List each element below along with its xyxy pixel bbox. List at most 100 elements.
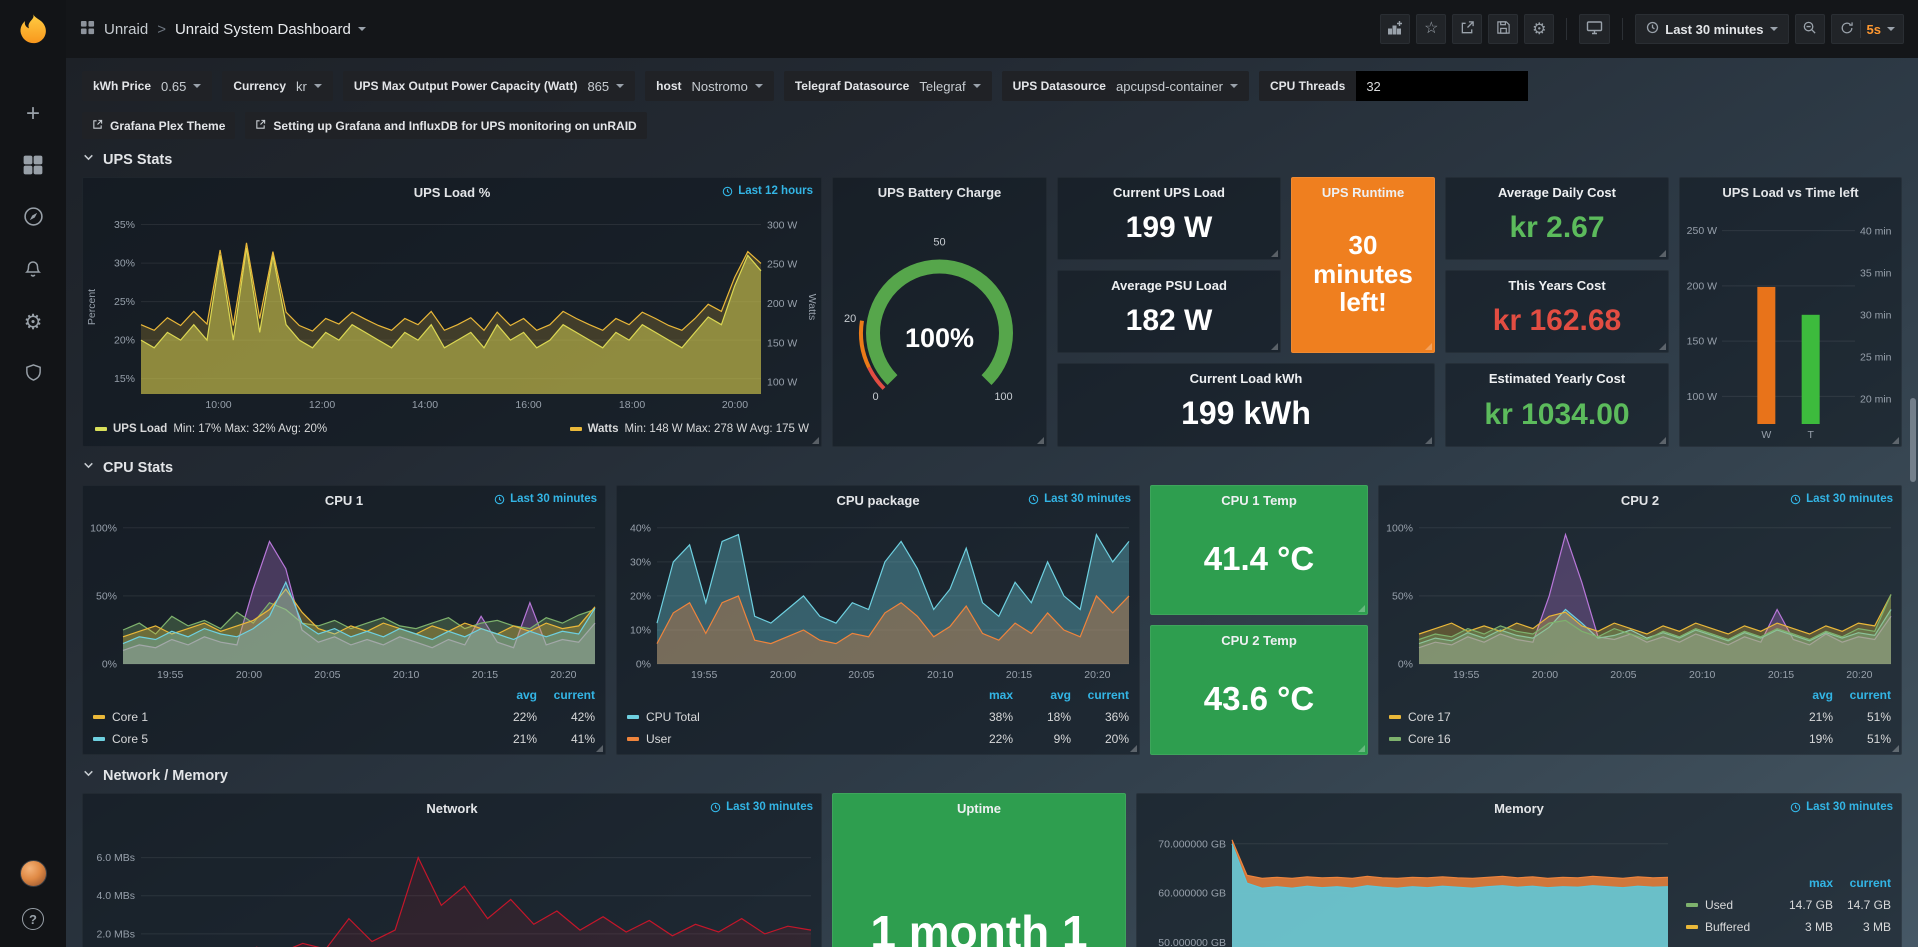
cpu-package-chart[interactable]: 0%10%20%30%40%19:5520:0020:0520:1020:152…: [617, 514, 1139, 682]
panel-resize-handle[interactable]: [1892, 745, 1899, 752]
panel-title[interactable]: UPS Load vs Time left: [1722, 185, 1858, 200]
chevron-down-icon: [1770, 27, 1778, 31]
legend-series[interactable]: Core 521%41%: [93, 728, 595, 750]
link-ups-monitoring-guide[interactable]: Setting up Grafana and InfluxDB for UPS …: [245, 112, 646, 139]
stat-value: 43.6 °C: [1204, 681, 1314, 717]
panel-uptime: Uptime 1 month 1: [832, 793, 1126, 947]
star-dashboard-button[interactable]: ☆: [1416, 14, 1446, 44]
svg-text:12:00: 12:00: [309, 399, 335, 411]
legend-item[interactable]: WattsMin: 148 W Max: 278 W Avg: 175 W: [570, 423, 809, 435]
panel-network: Network Last 30 minutes 6.0 MBs4.0 MBs2.…: [82, 793, 822, 947]
ups-load-chart[interactable]: Percent Watts 15%20%25%30%35%100 W150 W2…: [83, 206, 821, 412]
var-currency[interactable]: Currency kr: [222, 71, 333, 101]
panel-resize-handle[interactable]: [1271, 343, 1278, 350]
row-header-cpu-stats[interactable]: CPU Stats: [82, 451, 1902, 485]
svg-text:35 min: 35 min: [1860, 267, 1892, 279]
sidebar-item-configuration[interactable]: ⚙: [19, 308, 47, 336]
var-host[interactable]: host Nostromo: [645, 71, 774, 101]
svg-text:250 W: 250 W: [1687, 225, 1717, 237]
legend-series[interactable]: CPU Total38%18%36%: [627, 706, 1129, 728]
memory-chart[interactable]: 70.000000 GB60.000000 GB50.000000 GB: [1137, 822, 1676, 947]
panel-resize-handle[interactable]: [1037, 437, 1044, 444]
y-axis-label-left: Percent: [86, 272, 98, 342]
svg-text:100%: 100%: [90, 522, 117, 534]
dashboard-title-dropdown[interactable]: Unraid System Dashboard: [175, 21, 366, 38]
battery-gauge[interactable]: 02050100100%: [833, 206, 1046, 440]
svg-text:19:55: 19:55: [1453, 669, 1479, 681]
var-telegraf-datasource[interactable]: Telegraf Datasource Telegraf: [784, 71, 992, 101]
link-grafana-plex-theme[interactable]: Grafana Plex Theme: [82, 112, 235, 139]
row-header-ups-stats[interactable]: UPS Stats: [82, 143, 1902, 177]
share-dashboard-button[interactable]: [1452, 14, 1482, 44]
panel-resize-handle[interactable]: [1659, 250, 1666, 257]
network-chart[interactable]: 6.0 MBs4.0 MBs2.0 MBs: [83, 822, 821, 947]
panel-current-ups-load: Current UPS Load 199 W: [1057, 177, 1281, 260]
cycle-view-button[interactable]: [1579, 14, 1610, 44]
panel-resize-handle[interactable]: [1425, 437, 1432, 444]
y-axis-label-right: Watts: [806, 272, 818, 342]
stat-value: 1 month 1: [870, 907, 1087, 947]
svg-text:20%: 20%: [114, 335, 135, 347]
grafana-logo-icon[interactable]: [15, 12, 51, 48]
svg-text:16:00: 16:00: [515, 399, 541, 411]
dashboard-settings-button[interactable]: ⚙: [1524, 14, 1554, 44]
cpu2-chart[interactable]: 0%50%100%19:5520:0020:0520:1020:1520:20: [1379, 514, 1901, 682]
page-scrollbar[interactable]: [1910, 398, 1916, 482]
panel-resize-handle[interactable]: [1659, 437, 1666, 444]
add-panel-button[interactable]: [1380, 14, 1410, 44]
svg-text:10%: 10%: [630, 624, 651, 636]
svg-text:25 min: 25 min: [1860, 351, 1892, 363]
panel-resize-handle[interactable]: [812, 437, 819, 444]
svg-text:25%: 25%: [114, 296, 135, 308]
legend-header: maxavgcurrent: [627, 684, 1129, 706]
sidebar-item-explore[interactable]: [19, 204, 47, 232]
time-range-picker[interactable]: Last 30 minutes: [1635, 14, 1788, 44]
panel-resize-handle[interactable]: [1130, 745, 1137, 752]
sidebar: +: [0, 0, 66, 947]
panel-title[interactable]: UPS Load %: [414, 185, 491, 200]
var-ups-max-output[interactable]: UPS Max Output Power Capacity (Watt) 865: [343, 71, 635, 101]
save-dashboard-button[interactable]: [1488, 14, 1518, 44]
legend-series[interactable]: Core 1619%51%: [1389, 728, 1891, 750]
var-kwh-price[interactable]: kWh Price 0.65: [82, 71, 212, 101]
legend-series[interactable]: Buffered3 MB3 MB: [1686, 916, 1891, 938]
sidebar-item-create[interactable]: +: [19, 100, 47, 128]
svg-text:20:05: 20:05: [848, 669, 874, 681]
panel-title[interactable]: CPU 1: [325, 493, 363, 508]
panel-title[interactable]: CPU 2: [1621, 493, 1659, 508]
sidebar-item-alerting[interactable]: [19, 256, 47, 284]
user-avatar[interactable]: [20, 860, 47, 887]
legend-item[interactable]: UPS LoadMin: 17% Max: 32% Avg: 20%: [95, 423, 327, 435]
panel-resize-handle[interactable]: [1425, 343, 1432, 350]
compass-icon: [23, 206, 44, 230]
zoom-out-button[interactable]: [1795, 14, 1825, 44]
ups-load-time-bars[interactable]: 250 W200 W150 W100 W40 min35 min30 min25…: [1680, 206, 1901, 442]
cpu1-chart[interactable]: 0%50%100%19:5520:0020:0520:1020:1520:20: [83, 514, 605, 682]
panel-this-years-cost: This Years Cost kr 162.68: [1445, 270, 1669, 353]
row-header-network-memory[interactable]: Network / Memory: [82, 759, 1902, 793]
sidebar-item-dashboards[interactable]: [19, 152, 47, 180]
cpu-threads-input[interactable]: [1356, 71, 1528, 101]
legend-series[interactable]: Used14.7 GB14.7 GB: [1686, 894, 1891, 916]
legend-series[interactable]: Core 1721%51%: [1389, 706, 1891, 728]
panel-title[interactable]: UPS Battery Charge: [878, 185, 1002, 200]
panel-resize-handle[interactable]: [1659, 343, 1666, 350]
panel-resize-handle[interactable]: [596, 745, 603, 752]
refresh-interval-dropdown[interactable]: 5s: [1867, 22, 1881, 37]
sidebar-item-server-admin[interactable]: [19, 360, 47, 388]
panel-title[interactable]: CPU package: [836, 493, 919, 508]
breadcrumb-root[interactable]: Unraid: [104, 21, 148, 38]
stat-value: kr 162.68: [1493, 304, 1621, 337]
panel-resize-handle[interactable]: [1892, 437, 1899, 444]
panel-title[interactable]: Network: [426, 801, 477, 816]
legend-series[interactable]: Core 122%42%: [93, 706, 595, 728]
panel-resize-handle[interactable]: [1358, 605, 1365, 612]
legend-series[interactable]: User22%9%20%: [627, 728, 1129, 750]
apps-grid-icon[interactable]: [80, 20, 95, 39]
refresh-button[interactable]: 5s: [1831, 14, 1904, 44]
panel-resize-handle[interactable]: [1358, 745, 1365, 752]
panel-title[interactable]: Memory: [1494, 801, 1544, 816]
panel-resize-handle[interactable]: [1271, 250, 1278, 257]
var-ups-datasource[interactable]: UPS Datasource apcupsd-container: [1002, 71, 1249, 101]
sidebar-item-help[interactable]: ?: [19, 905, 47, 933]
